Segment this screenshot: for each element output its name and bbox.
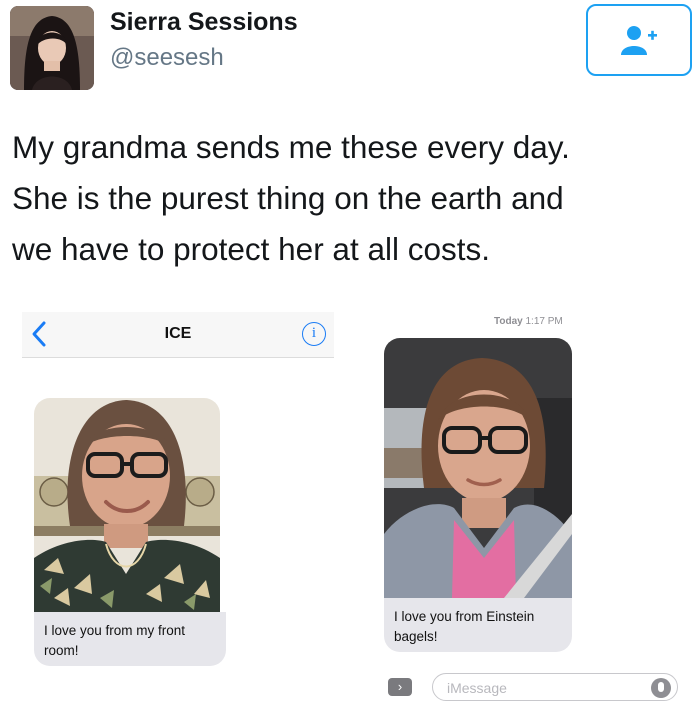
timestamp-day: Today <box>494 316 523 327</box>
imessage-field[interactable] <box>432 673 678 701</box>
microphone-icon[interactable] <box>651 678 671 698</box>
tweet-line: She is the purest thing on the earth and <box>12 180 564 216</box>
tweet-line: My grandma sends me these every day. <box>12 129 570 165</box>
message-bubble: I love you from Einstein bagels! <box>384 598 572 652</box>
message-timestamp: Today 1:17 PM <box>494 316 563 327</box>
user-handle[interactable]: @seesesh <box>110 44 224 72</box>
grandma-photo-front-room[interactable] <box>34 398 220 612</box>
add-user-icon <box>621 26 657 55</box>
contact-name: ICE <box>164 325 192 342</box>
avatar[interactable] <box>10 6 94 90</box>
camera-button[interactable]: › <box>388 678 412 696</box>
tweet-line: we have to protect her at all costs. <box>12 231 490 267</box>
imessage-input[interactable] <box>447 678 637 698</box>
timestamp-time: 1:17 PM <box>525 316 563 327</box>
message-bubble: I love you from my front room! <box>34 612 226 666</box>
display-name[interactable]: Sierra Sessions <box>110 8 298 37</box>
follow-button[interactable] <box>586 4 692 76</box>
grandma-photo-car[interactable] <box>384 338 572 598</box>
message-nav-bar: ICE i <box>22 312 334 358</box>
tweet-text: My grandma sends me these every day. She… <box>12 122 692 275</box>
info-icon[interactable]: i <box>302 322 326 346</box>
